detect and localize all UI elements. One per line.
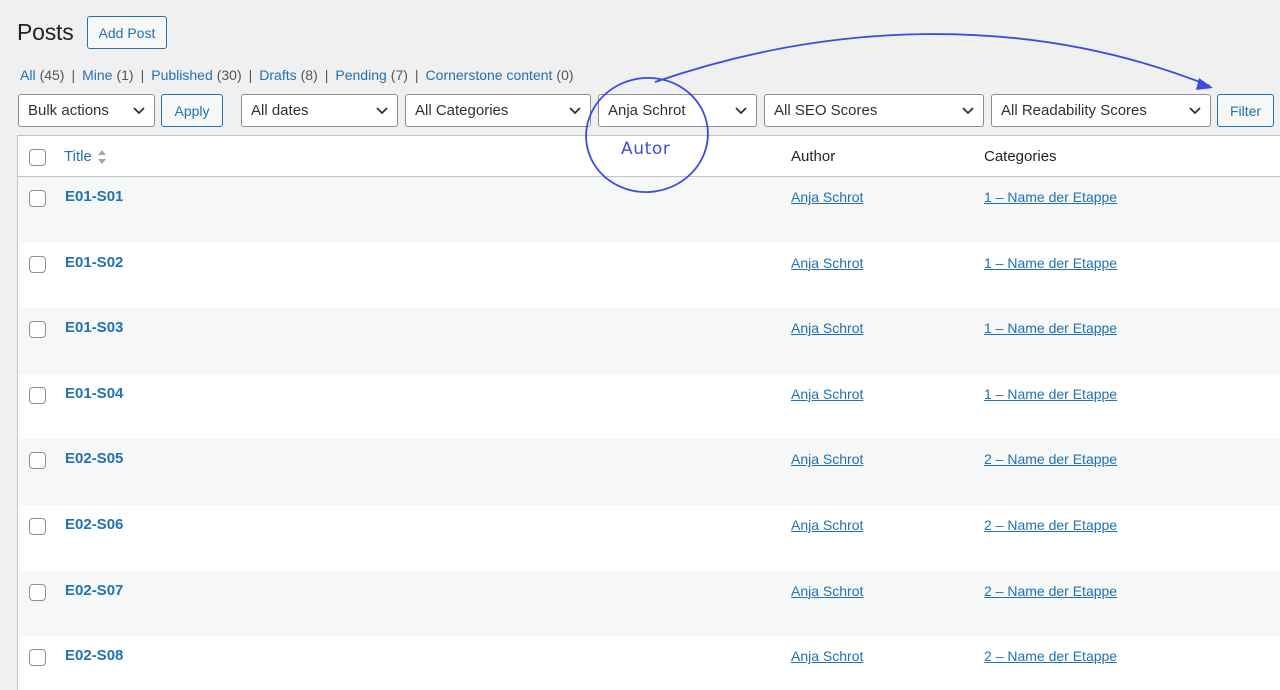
post-category-link[interactable]: 2 – Name der Etappe	[984, 648, 1117, 664]
table-row: E01-S04 Anja Schrot 1 – Name der Etappe	[18, 374, 1280, 440]
status-cornerstone: Cornerstone content (0)	[426, 67, 574, 83]
post-title-link[interactable]: E02-S06	[65, 516, 123, 533]
annotation-arrow	[654, 33, 1211, 87]
separator: |	[248, 67, 253, 83]
title-row: Posts Add Post	[17, 16, 168, 49]
column-author-header: Author	[791, 148, 836, 165]
author-select[interactable]: Anja Schrot	[598, 94, 757, 127]
add-post-button[interactable]: Add Post	[86, 16, 168, 49]
row-checkbox[interactable]	[29, 190, 46, 207]
bulk-actions-value: Bulk actions	[28, 102, 109, 119]
status-all-link[interactable]: All	[20, 67, 36, 83]
table-row: E01-S03 Anja Schrot 1 – Name der Etappe	[18, 308, 1280, 374]
post-title-link[interactable]: E01-S02	[65, 254, 123, 271]
annotation-label: Autor	[621, 139, 671, 159]
row-checkbox[interactable]	[29, 649, 46, 667]
status-filter-links: All (45) | Mine (1) | Published (30) | D…	[20, 67, 574, 83]
row-checkbox[interactable]	[29, 386, 46, 404]
table-row: E02-S07 Anja Schrot 2 – Name der Etappe	[18, 570, 1280, 637]
post-title-link[interactable]: E01-S03	[65, 319, 123, 336]
row-checkbox[interactable]	[29, 452, 46, 470]
post-category-link[interactable]: 1 – Name der Etappe	[984, 386, 1117, 402]
separator: |	[140, 67, 145, 83]
status-published-link[interactable]: Published	[151, 67, 213, 83]
readability-score-select[interactable]: All Readability Scores	[991, 94, 1211, 127]
post-author-link[interactable]: Anja Schrot	[791, 451, 863, 467]
status-mine-count: (1)	[116, 67, 134, 83]
post-author-link[interactable]: Anja Schrot	[791, 189, 863, 205]
post-title-link[interactable]: E01-S01	[65, 188, 123, 205]
table-row: E01-S01 Anja Schrot 1 – Name der Etappe	[18, 177, 1280, 243]
categories-value: All Categories	[415, 102, 509, 119]
row-checkbox[interactable]	[29, 255, 46, 273]
chevron-down-icon	[569, 107, 581, 115]
post-title-link[interactable]: E02-S08	[65, 647, 123, 664]
table-row: E01-S02 Anja Schrot 1 – Name der Etappe	[18, 243, 1280, 309]
categories-select[interactable]: All Categories	[405, 94, 591, 127]
post-category-link[interactable]: 1 – Name der Etappe	[984, 320, 1117, 336]
posts-table: Title Author Categories E01-S01 Anja Sch…	[17, 135, 1280, 690]
filter-button[interactable]: Filter	[1217, 94, 1274, 127]
status-cornerstone-link[interactable]: Cornerstone content	[426, 67, 553, 83]
post-author-link[interactable]: Anja Schrot	[791, 648, 863, 664]
post-category-link[interactable]: 2 – Name der Etappe	[984, 517, 1117, 533]
status-all: All (45)	[20, 67, 64, 83]
status-published-count: (30)	[216, 67, 242, 83]
post-author-link[interactable]: Anja Schrot	[791, 255, 863, 271]
separator: |	[324, 67, 329, 83]
status-pending-link[interactable]: Pending	[335, 67, 386, 83]
status-all-count: (45)	[39, 67, 65, 83]
chevron-down-icon	[376, 107, 388, 115]
post-category-link[interactable]: 1 – Name der Etappe	[984, 189, 1117, 205]
posts-page: Posts Add Post All (45) | Mine (1) | Pub…	[0, 0, 1280, 690]
column-categories-header: Categories	[984, 148, 1057, 165]
status-drafts: Drafts (8)	[259, 67, 317, 83]
post-author-link[interactable]: Anja Schrot	[791, 320, 863, 336]
bulk-actions-select[interactable]: Bulk actions	[18, 94, 155, 127]
select-all-checkbox[interactable]	[29, 149, 46, 166]
post-author-link[interactable]: Anja Schrot	[791, 386, 863, 402]
seo-score-select[interactable]: All SEO Scores	[764, 94, 984, 127]
table-row: E02-S08 Anja Schrot 2 – Name der Etappe	[18, 636, 1280, 690]
status-published: Published (30)	[151, 67, 241, 83]
column-title-label: Title	[64, 148, 92, 165]
chevron-down-icon	[962, 107, 974, 115]
status-pending: Pending (7)	[335, 67, 408, 83]
row-checkbox[interactable]	[29, 517, 46, 535]
arrow-head-icon	[1196, 78, 1213, 90]
post-author-link[interactable]: Anja Schrot	[791, 583, 863, 599]
status-mine-link[interactable]: Mine	[82, 67, 112, 83]
dates-select[interactable]: All dates	[241, 94, 398, 127]
post-title-link[interactable]: E02-S07	[65, 582, 123, 599]
status-drafts-link[interactable]: Drafts	[259, 67, 296, 83]
status-drafts-count: (8)	[300, 67, 318, 83]
post-category-link[interactable]: 2 – Name der Etappe	[984, 583, 1117, 599]
separator: |	[414, 67, 419, 83]
table-row: E02-S05 Anja Schrot 2 – Name der Etappe	[18, 439, 1280, 505]
post-category-link[interactable]: 1 – Name der Etappe	[984, 255, 1117, 271]
post-category-link[interactable]: 2 – Name der Etappe	[984, 451, 1117, 467]
seo-score-value: All SEO Scores	[774, 102, 878, 119]
chevron-down-icon	[735, 107, 747, 115]
status-mine: Mine (1)	[82, 67, 133, 83]
author-value: Anja Schrot	[608, 102, 686, 119]
row-checkbox[interactable]	[29, 321, 46, 339]
dates-value: All dates	[251, 102, 309, 119]
sort-arrows-icon	[97, 149, 106, 164]
post-title-link[interactable]: E02-S05	[65, 450, 123, 467]
status-pending-count: (7)	[390, 67, 408, 83]
table-row: E02-S06 Anja Schrot 2 – Name der Etappe	[18, 505, 1280, 571]
separator: |	[71, 67, 76, 83]
chevron-down-icon	[133, 107, 145, 115]
chevron-down-icon	[1189, 107, 1201, 115]
status-cornerstone-count: (0)	[556, 67, 574, 83]
column-title-header[interactable]: Title	[64, 148, 107, 165]
readability-score-value: All Readability Scores	[1001, 102, 1147, 119]
post-title-link[interactable]: E01-S04	[65, 385, 123, 402]
row-checkbox[interactable]	[29, 583, 46, 601]
page-title: Posts	[17, 19, 74, 45]
post-author-link[interactable]: Anja Schrot	[791, 517, 863, 533]
apply-button[interactable]: Apply	[161, 94, 223, 127]
